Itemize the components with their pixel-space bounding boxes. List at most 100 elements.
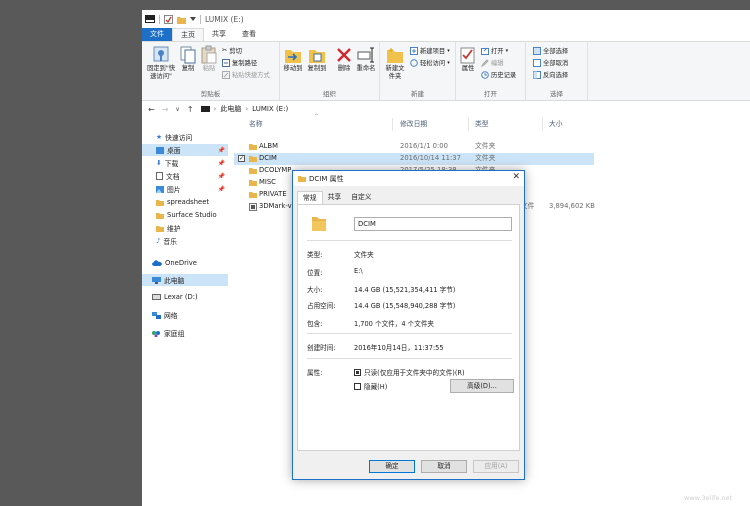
- readonly-checkbox[interactable]: 只读(仅应用于文件夹中的文件)(R): [354, 367, 465, 377]
- sidebar-item-onedrive[interactable]: OneDrive: [142, 257, 228, 269]
- cancel-button[interactable]: 取消: [421, 460, 467, 473]
- ok-button[interactable]: 确定: [369, 460, 415, 473]
- sidebar-item-spreadsheet[interactable]: spreadsheet: [142, 196, 228, 208]
- recent-locations-chevron-icon[interactable]: ∨: [175, 106, 179, 113]
- paste-shortcut-label: 粘贴快捷方式: [232, 72, 270, 79]
- sidebar-item-music[interactable]: ♪ 音乐: [142, 235, 228, 247]
- tab-view[interactable]: 查看: [234, 28, 264, 41]
- rename-button[interactable]: 重命名: [355, 45, 377, 73]
- sidebar-item-label: 网络: [164, 312, 178, 320]
- breadcrumb-drive[interactable]: LUMIX (E:): [252, 105, 288, 113]
- tab-sharing[interactable]: 共享: [323, 191, 347, 204]
- column-header-modified[interactable]: 修改日期: [400, 118, 427, 131]
- readonly-checkbox-box[interactable]: [354, 368, 361, 376]
- new-folder-button[interactable]: 新建文件夹: [383, 45, 407, 81]
- sidebar-item-label: 快速访问: [165, 134, 193, 142]
- size-label: 大小:: [307, 286, 323, 294]
- sidebar-item-label: OneDrive: [165, 259, 197, 267]
- sidebar-item-homegroup[interactable]: 家庭组: [142, 327, 228, 339]
- edit-label: 编辑: [491, 60, 504, 67]
- sidebar-item-lexar-drive[interactable]: Lexar (D:): [142, 291, 228, 303]
- table-row[interactable]: ✓ DCIM 2016/10/14 11:37 文件夹: [234, 153, 594, 165]
- open-button[interactable]: 打开 ▾: [481, 46, 508, 55]
- history-icon: [481, 70, 489, 79]
- cut-button[interactable]: ✂ 剪切: [222, 46, 242, 55]
- quick-new-folder-icon[interactable]: [177, 15, 186, 24]
- hidden-checkbox[interactable]: 隐藏(H): [354, 381, 387, 391]
- sidebar-item-downloads[interactable]: ⬇ 下载 📌: [142, 157, 228, 169]
- copy-button[interactable]: 复制: [179, 45, 197, 73]
- delete-label: 删除: [337, 65, 351, 72]
- column-header-size[interactable]: 大小: [549, 118, 563, 131]
- type-value: 文件夹: [354, 251, 374, 259]
- folder-icon: [298, 176, 306, 182]
- table-row[interactable]: ALBM 2016/1/1 0:00 文件夹: [234, 141, 594, 153]
- row-checkbox[interactable]: ✓: [238, 155, 245, 162]
- column-header-type[interactable]: 类型: [475, 118, 489, 131]
- paste-button[interactable]: 粘贴: [200, 45, 218, 73]
- folder-name-input[interactable]: DCIM: [354, 217, 512, 231]
- sidebar-item-network[interactable]: 网络: [142, 309, 228, 321]
- paste-icon: [201, 45, 217, 64]
- pinned-icon: 📌: [217, 159, 225, 167]
- invert-selection-button[interactable]: 反向选择: [533, 70, 568, 79]
- apply-button[interactable]: 应用(A): [473, 460, 519, 473]
- sidebar-item-this-pc[interactable]: 此电脑: [142, 274, 228, 286]
- easy-access-button[interactable]: 轻松访问 ▾: [410, 58, 450, 67]
- edit-button[interactable]: 编辑: [481, 58, 504, 67]
- folder-icon: [156, 212, 164, 219]
- sidebar-item-quick-access[interactable]: ★ 快速访问: [142, 131, 228, 143]
- copy-to-button[interactable]: 复制到: [307, 45, 327, 73]
- cloud-icon: [152, 260, 162, 266]
- tab-file[interactable]: 文件: [142, 28, 172, 41]
- select-none-button[interactable]: 全部取消: [533, 58, 568, 67]
- folder-icon: [249, 168, 257, 174]
- sidebar-item-maintenance[interactable]: 维护: [142, 222, 228, 234]
- row-name: DCIM: [259, 154, 277, 162]
- column-header-name[interactable]: 名称: [249, 118, 263, 131]
- paste-shortcut-button[interactable]: 粘贴快捷方式: [222, 70, 270, 79]
- sidebar-item-label: 文档: [166, 173, 180, 181]
- pin-quick-access-button[interactable]: 固定到"快速访问": [145, 45, 177, 81]
- new-item-button[interactable]: 新建项目 ▾: [410, 46, 450, 55]
- row-modified: 2016/10/14 11:37: [400, 154, 461, 162]
- up-arrow-icon[interactable]: ↑: [187, 105, 194, 114]
- back-arrow-icon[interactable]: ←: [148, 105, 155, 114]
- select-all-button[interactable]: 全部选择: [533, 46, 568, 55]
- folder-icon: [249, 180, 257, 186]
- properties-button[interactable]: 属性: [459, 45, 477, 73]
- dialog-title-bar[interactable]: DCIM 属性 ✕: [293, 171, 524, 186]
- pin-icon: [153, 46, 169, 62]
- sidebar-item-documents[interactable]: 文档 📌: [142, 170, 228, 182]
- divider: [307, 240, 512, 241]
- copy-path-button[interactable]: 复制路径: [222, 58, 257, 67]
- select-none-icon: [533, 58, 541, 67]
- sidebar-item-pictures[interactable]: 图片 📌: [142, 183, 228, 195]
- pin-label: 固定到"快速访问": [146, 65, 176, 80]
- move-to-label: 移动到: [283, 65, 303, 72]
- hidden-checkbox-box[interactable]: [354, 382, 361, 390]
- drive-icon: [152, 294, 161, 300]
- window-menu-icon[interactable]: [145, 15, 155, 23]
- new-folder-label: 新建文件夹: [385, 65, 405, 80]
- tab-share[interactable]: 共享: [204, 28, 234, 41]
- move-to-button[interactable]: 移动到: [283, 45, 303, 73]
- tab-home[interactable]: 主页: [172, 28, 204, 41]
- column-separator-2: [468, 118, 469, 131]
- close-icon[interactable]: ✕: [512, 172, 520, 182]
- select-group: 全部选择 全部取消 反向选择 选择: [526, 42, 588, 100]
- history-button[interactable]: 历史记录: [481, 70, 516, 79]
- properties-dialog: DCIM 属性 ✕ 常规 共享 自定义 DCIM 类型: 文件夹 位置: E:\…: [292, 170, 525, 480]
- sidebar-item-desktop[interactable]: 桌面 📌: [142, 144, 228, 156]
- dialog-title: DCIM 属性: [309, 174, 344, 183]
- quick-access-dropdown-icon[interactable]: [190, 16, 196, 22]
- delete-button[interactable]: 删除: [336, 45, 352, 73]
- tab-general[interactable]: 常规: [297, 191, 323, 204]
- sidebar-item-surface-studio[interactable]: Surface Studio: [142, 209, 228, 221]
- advanced-button[interactable]: 高级(D)...: [450, 379, 514, 393]
- forward-arrow-icon[interactable]: →: [162, 105, 169, 114]
- title-bar: LUMIX (E:): [142, 10, 750, 28]
- quick-properties-icon[interactable]: [164, 14, 173, 24]
- tab-customize[interactable]: 自定义: [346, 191, 376, 204]
- select-none-label: 全部取消: [543, 60, 569, 67]
